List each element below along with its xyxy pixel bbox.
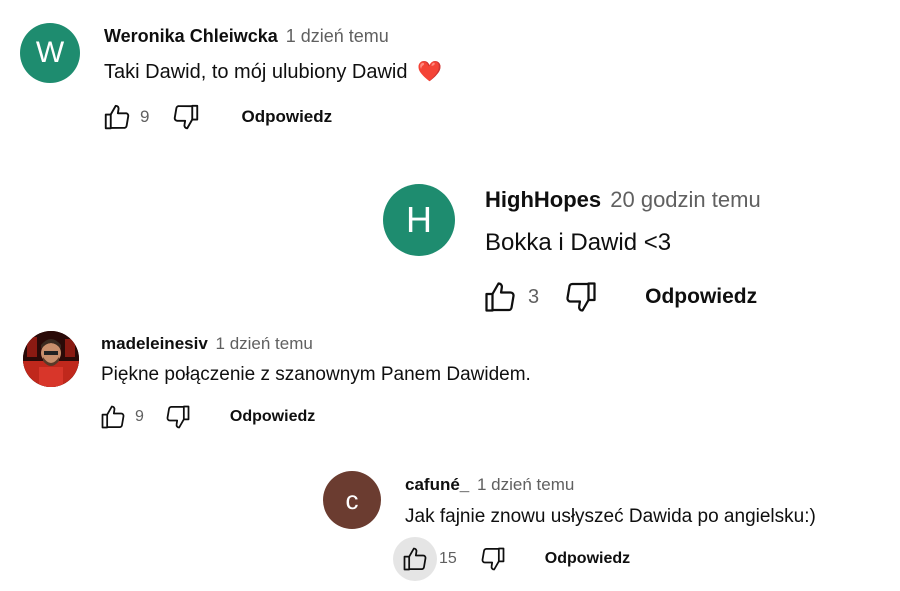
avatar[interactable] xyxy=(23,331,79,387)
comment-text: Bokka i Dawid <3 xyxy=(485,229,672,256)
heart-emoji-icon: ❤️ xyxy=(417,61,442,83)
reply-button[interactable]: Odpowiedz xyxy=(545,550,630,568)
reply-button[interactable]: Odpowiedz xyxy=(230,408,315,426)
avatar[interactable]: c xyxy=(323,471,381,529)
avatar[interactable]: H xyxy=(383,184,455,256)
dislike-icon[interactable] xyxy=(561,277,601,317)
comment-time[interactable]: 1 dzień temu xyxy=(216,334,313,353)
comment-time[interactable]: 1 dzień temu xyxy=(477,475,574,494)
avatar-letter: H xyxy=(406,199,432,240)
comment-time[interactable]: 1 dzień temu xyxy=(286,26,389,46)
like-icon[interactable] xyxy=(100,100,134,134)
avatar-photo-icon xyxy=(23,331,79,387)
comment-text: Jak fajnie znowu usłyszeć Dawida po angi… xyxy=(405,506,816,527)
comment-author[interactable]: Weronika Chleiwcka xyxy=(104,26,278,46)
comment-text: Taki Dawid, to mój ulubiony Dawid xyxy=(104,61,408,83)
like-icon[interactable] xyxy=(480,277,520,317)
reply-button[interactable]: Odpowiedz xyxy=(241,107,332,127)
avatar-letter: W xyxy=(35,36,65,69)
comment-time[interactable]: 20 godzin temu xyxy=(610,187,760,212)
comment-author[interactable]: madeleinesiv xyxy=(101,334,208,353)
avatar-letter: c xyxy=(345,484,359,515)
comment-text: Piękne połączenie z szanownym Panem Dawi… xyxy=(101,364,531,385)
dislike-icon[interactable] xyxy=(477,543,509,575)
avatar[interactable]: W xyxy=(20,23,80,83)
like-count: 15 xyxy=(439,550,457,567)
like-count: 9 xyxy=(135,408,144,425)
comment-author[interactable]: cafuné_ xyxy=(405,475,469,494)
dislike-icon[interactable] xyxy=(169,100,203,134)
comment-author[interactable]: HighHopes xyxy=(485,187,601,212)
dislike-icon[interactable] xyxy=(162,401,194,433)
like-count: 3 xyxy=(528,285,540,308)
reply-button[interactable]: Odpowiedz xyxy=(645,285,757,309)
like-count: 9 xyxy=(140,107,150,126)
like-icon[interactable] xyxy=(393,537,437,581)
like-icon[interactable] xyxy=(97,401,129,433)
